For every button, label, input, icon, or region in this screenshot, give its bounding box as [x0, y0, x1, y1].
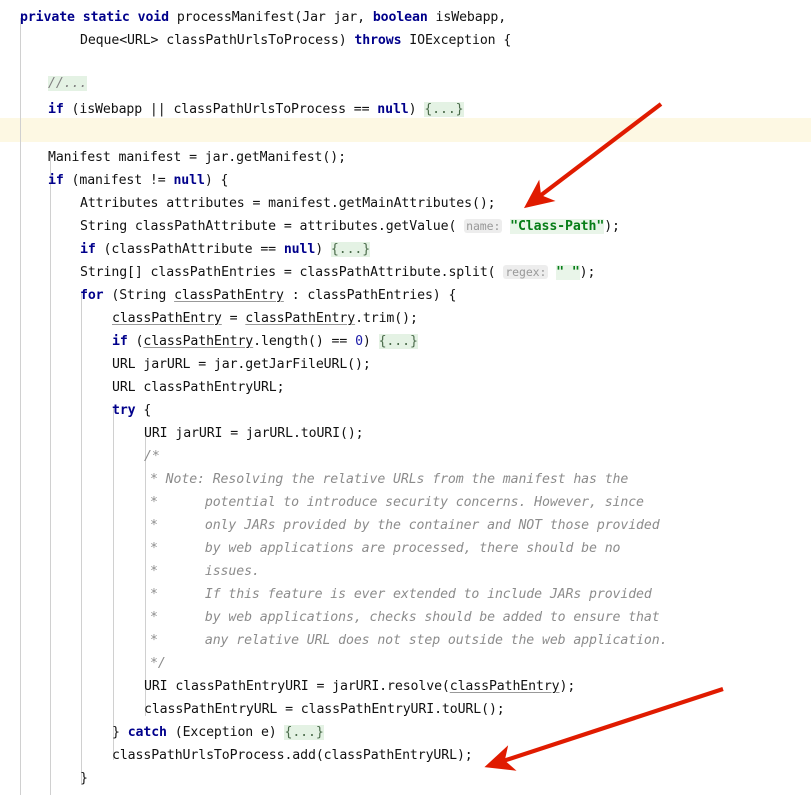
- indent-guide-1: [20, 18, 21, 795]
- inlay-hint-regex[interactable]: regex:: [503, 265, 549, 279]
- code-line[interactable]: String[] classPathEntries = classPathAtt…: [80, 261, 595, 284]
- code-editor-viewport[interactable]: private static void processManifest(Jar …: [0, 0, 811, 795]
- comment-text: * by web applications are processed, the…: [150, 541, 621, 556]
- folded-block-placeholder[interactable]: {...}: [330, 242, 370, 257]
- method-signature-text: processManifest(Jar jar,: [168, 10, 373, 25]
- local-var-classPathEntry: classPathEntry: [143, 334, 254, 349]
- classpathentryuri-decl-text: URI classPathEntryURI = jarURI.resolve(: [144, 679, 450, 694]
- keyword-try: try: [112, 403, 136, 418]
- keyword-boolean: boolean: [372, 10, 428, 25]
- comment-text: * any relative URL does not step outside…: [150, 633, 668, 648]
- keyword-if: if: [80, 242, 96, 257]
- code-line-comment[interactable]: * If this feature is ever extended to in…: [150, 583, 652, 606]
- code-line[interactable]: classPathUrlsToProcess.add(classPathEntr…: [112, 744, 473, 767]
- comment-text: * by web applications, checks should be …: [150, 610, 660, 625]
- code-line[interactable]: for (String classPathEntry : classPathEn…: [80, 284, 456, 307]
- indent-guide-5: [145, 431, 146, 716]
- code-line[interactable]: String classPathAttribute = attributes.g…: [80, 215, 620, 238]
- jarurl-decl-text: URL jarURL = jar.getJarFileURL();: [112, 357, 371, 372]
- local-var-classPathEntry: classPathEntry: [174, 288, 284, 303]
- code-line-comment[interactable]: * by web applications are processed, the…: [150, 537, 620, 560]
- code-line[interactable]: classPathEntryURL = classPathEntryURI.to…: [144, 698, 505, 721]
- code-line[interactable]: URL classPathEntryURL;: [112, 376, 285, 399]
- keyword-static: static: [82, 10, 130, 25]
- param-deque-text: Deque<URL> classPathUrlsToProcess): [80, 33, 355, 48]
- current-line-highlight-band: [0, 118, 811, 142]
- code-line[interactable]: URI classPathEntryURI = jarURI.resolve(c…: [144, 675, 575, 698]
- string-literal-space: " ": [556, 265, 580, 280]
- code-line-comment[interactable]: * only JARs provided by the container an…: [150, 514, 660, 537]
- comment-text: * issues.: [150, 564, 260, 579]
- code-line[interactable]: private static void processManifest(Jar …: [20, 6, 506, 29]
- code-line[interactable]: try {: [112, 399, 151, 422]
- comment-text: * potential to introduce security concer…: [150, 495, 644, 510]
- indent-guide-3: [81, 293, 82, 783]
- comment-text: * If this feature is ever extended to in…: [150, 587, 652, 602]
- closing-brace-text: }: [80, 771, 88, 786]
- classpathentryurl-assign-text: classPathEntryURL = classPathEntryURI.to…: [144, 702, 505, 717]
- folded-block-placeholder[interactable]: {...}: [378, 334, 418, 349]
- code-line[interactable]: if (classPathAttribute == null) {...}: [80, 238, 370, 261]
- local-var-classPathEntry: classPathEntry: [112, 311, 222, 326]
- classpath-attr-decl-text: String classPathAttribute = attributes.g…: [80, 219, 457, 234]
- attributes-decl-text: Attributes attributes = manifest.getMain…: [80, 196, 496, 211]
- keyword-void: void: [137, 10, 169, 25]
- keyword-private: private: [20, 10, 75, 25]
- code-line[interactable]: Manifest manifest = jar.getManifest();: [48, 146, 346, 169]
- local-var-classPathEntry: classPathEntry: [449, 679, 560, 694]
- code-line[interactable]: } catch (Exception e) {...}: [112, 721, 324, 744]
- inlay-hint-name[interactable]: name:: [464, 219, 503, 233]
- code-line-folded-comment[interactable]: //...: [48, 72, 87, 95]
- keyword-for: for: [80, 288, 104, 303]
- folded-block-placeholder[interactable]: {...}: [424, 102, 464, 117]
- code-line[interactable]: Attributes attributes = manifest.getMain…: [80, 192, 496, 215]
- code-line[interactable]: if (classPathEntry.length() == 0) {...}: [112, 330, 418, 353]
- classpath-entries-decl-text: String[] classPathEntries = classPathAtt…: [80, 265, 496, 280]
- comment-block-close: */: [150, 656, 166, 671]
- keyword-throws: throws: [354, 33, 402, 48]
- code-line-comment[interactable]: * potential to introduce security concer…: [150, 491, 644, 514]
- indent-guide-2: [50, 155, 51, 795]
- code-line-comment[interactable]: /*: [144, 445, 160, 468]
- code-line[interactable]: classPathEntry = classPathEntry.trim();: [112, 307, 418, 330]
- indent-guide-4: [113, 408, 114, 760]
- comment-text: * Note: Resolving the relative URLs from…: [150, 472, 629, 487]
- comment-block-open: /*: [144, 449, 160, 464]
- code-line-comment[interactable]: * any relative URL does not step outside…: [150, 629, 668, 652]
- code-line-comment[interactable]: * Note: Resolving the relative URLs from…: [150, 468, 628, 491]
- annotation-arrow-2: [484, 687, 724, 771]
- code-line-comment[interactable]: * by web applications, checks should be …: [150, 606, 660, 629]
- keyword-null: null: [173, 173, 205, 188]
- keyword-if: if: [48, 102, 64, 117]
- keyword-null: null: [283, 242, 316, 257]
- classpathurls-add-text: classPathUrlsToProcess.add(classPathEntr…: [112, 748, 473, 763]
- local-var-classPathEntry: classPathEntry: [245, 311, 356, 326]
- jaruri-decl-text: URI jarURI = jarURL.toURI();: [144, 426, 364, 441]
- numeric-literal-zero: 0: [355, 334, 363, 349]
- comment-text: * only JARs provided by the container an…: [150, 518, 660, 533]
- classpathentryurl-decl-text: URL classPathEntryURL;: [112, 380, 285, 395]
- code-line[interactable]: }: [80, 767, 88, 790]
- code-line[interactable]: URI jarURI = jarURL.toURI();: [144, 422, 364, 445]
- code-line-comment[interactable]: */: [150, 652, 166, 675]
- code-line[interactable]: if (manifest != null) {: [48, 169, 228, 192]
- string-literal-class-path: "Class-Path": [510, 219, 605, 234]
- keyword-if: if: [112, 334, 128, 349]
- keyword-null: null: [377, 102, 409, 117]
- keyword-catch: catch: [127, 725, 167, 740]
- code-line-comment[interactable]: * issues.: [150, 560, 260, 583]
- code-line[interactable]: if (isWebapp || classPathUrlsToProcess =…: [48, 98, 464, 121]
- folded-block-placeholder[interactable]: {...}: [284, 725, 324, 740]
- keyword-if: if: [48, 173, 64, 188]
- folded-comment-placeholder[interactable]: //...: [48, 76, 87, 91]
- manifest-decl-text: Manifest manifest = jar.getManifest();: [48, 150, 346, 165]
- code-line[interactable]: URL jarURL = jar.getJarFileURL();: [112, 353, 371, 376]
- code-line[interactable]: Deque<URL> classPathUrlsToProcess) throw…: [80, 29, 511, 52]
